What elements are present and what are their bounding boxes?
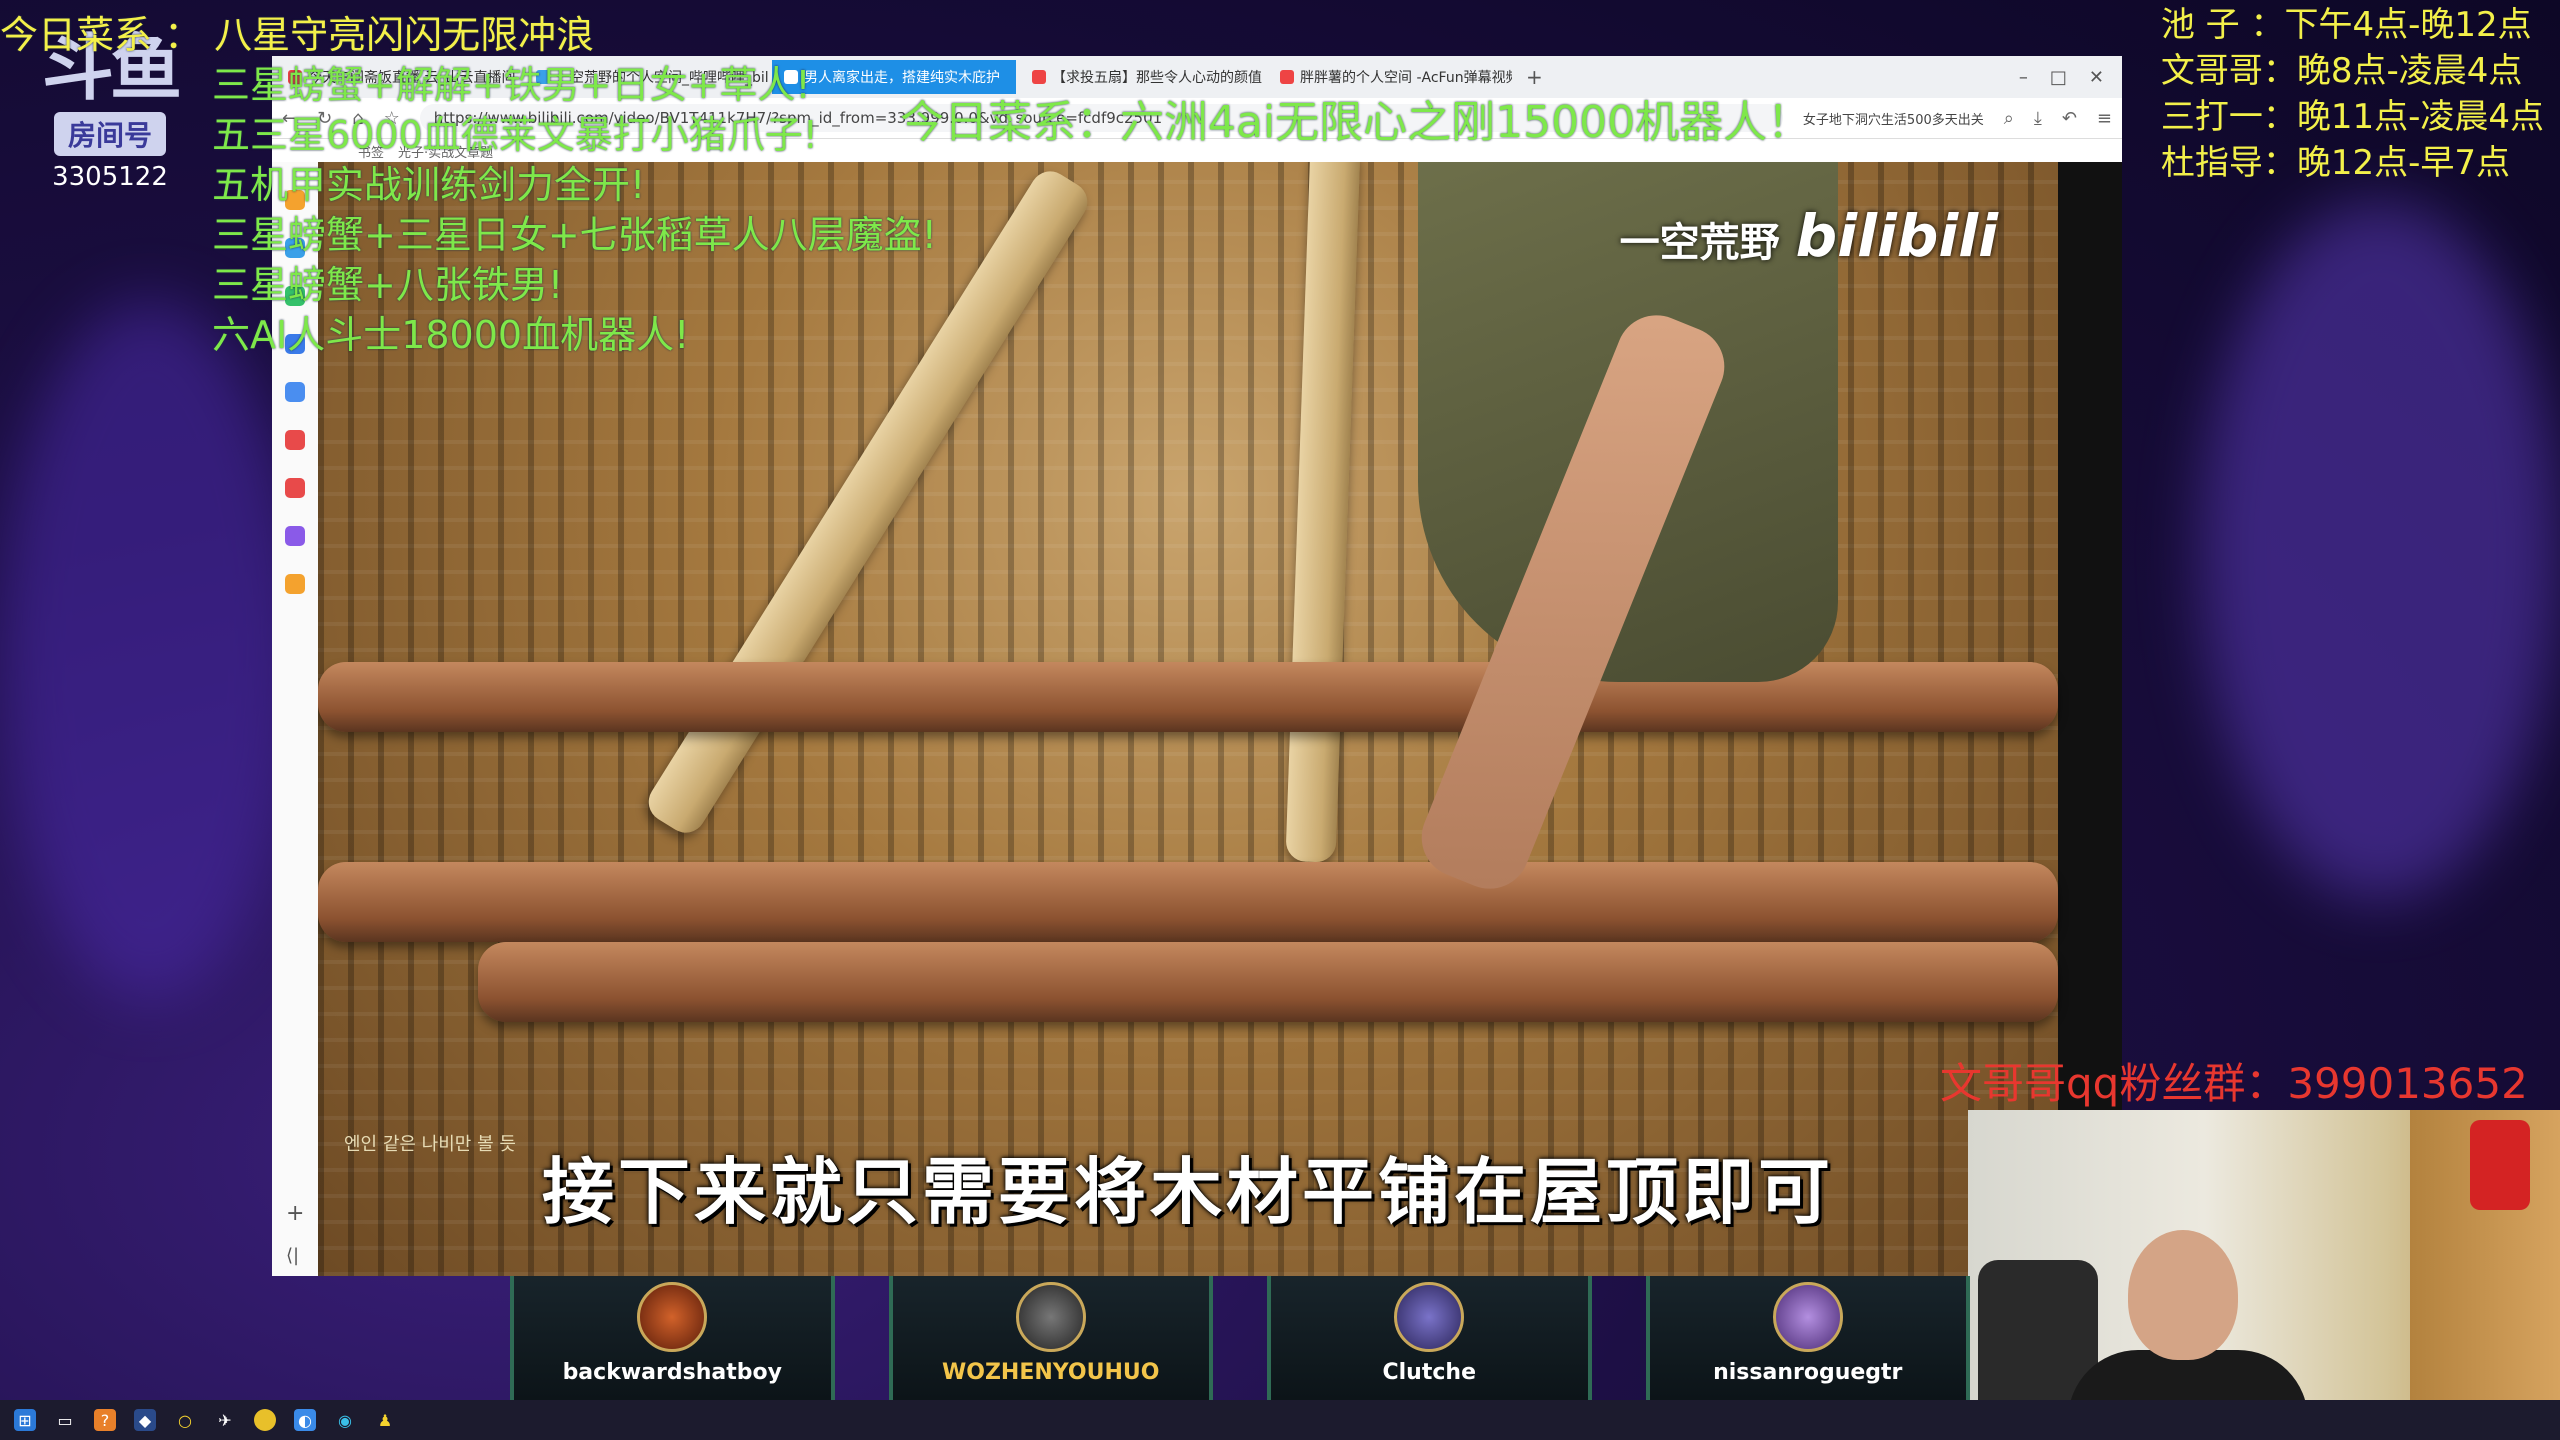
schedule-row: 池 子 ：下午4点-晚12点: [2160, 5, 2532, 45]
close-button[interactable]: ✕: [2089, 67, 2104, 88]
maximize-button[interactable]: □: [2050, 67, 2067, 88]
video-scene-log: [641, 163, 1095, 841]
menu-line-3: 五机甲实战训练剑力全开!: [212, 163, 646, 207]
search-hint[interactable]: 女子地下洞穴生活500多天出关: [1793, 109, 1994, 128]
streamer-schedule: 池 子 ：下午4点-晚12点 文哥哥：晚8点-凌晨4点 三打一：晚11点-凌晨4…: [2161, 2, 2544, 186]
bilibili-logo: bilibili: [1795, 202, 1998, 270]
room-id: 3305122: [52, 162, 168, 192]
undo-icon[interactable]: ↶: [2052, 108, 2087, 129]
video-watermark: 一空荒野 bilibili: [1620, 202, 1998, 270]
menu-icon[interactable]: ≡: [2087, 108, 2122, 129]
add-icon[interactable]: +: [286, 1201, 304, 1226]
taskbar-app-icon[interactable]: ?: [94, 1409, 116, 1431]
collapse-icon[interactable]: ⟨|: [286, 1245, 299, 1266]
player-card: Clutche: [1267, 1276, 1592, 1400]
tab-label: 【求投五扇】那些令人心动的颜值: [1052, 70, 1262, 86]
sidebar-app-icon[interactable]: [285, 526, 305, 546]
sidebar-app-icon[interactable]: [285, 382, 305, 402]
browser-app-icon[interactable]: ◐: [294, 1409, 316, 1431]
menu-line-1: 三星螃蟹+解解+铁男+日女+草人!: [212, 63, 811, 107]
windows-start-icon[interactable]: ⊞: [14, 1409, 36, 1431]
menu-ticker: 今日菜系：六洲4ai无限心之刚15000机器人！: [900, 97, 1812, 148]
window-controls: – □ ✕: [2019, 67, 2122, 88]
player-avatar-icon: [637, 1282, 708, 1352]
taskbar-app-icon[interactable]: ✈: [214, 1409, 236, 1431]
sidebar-app-icon[interactable]: [285, 430, 305, 450]
video-scene-log: [318, 862, 2058, 942]
schedule-row: 杜指导：晚12点-早7点: [2160, 143, 2510, 183]
player-card: WOZHENYOUHUO: [888, 1276, 1213, 1400]
taskbar-app-icon[interactable]: ◆: [134, 1409, 156, 1431]
menu-line-2: 五三星6000血德莱文暴打小猪爪子!: [212, 113, 818, 157]
tab-favicon-icon: [1032, 70, 1046, 84]
chrome-icon[interactable]: [254, 1409, 276, 1431]
streamer-head: [2128, 1230, 2238, 1360]
player-avatar-icon: [1394, 1282, 1465, 1352]
video-scene-log: [1285, 162, 1361, 863]
tab-label: 胖胖薯的个人空间 -AcFun弹幕视频: [1300, 70, 1512, 86]
tab-label: 男人离家出走，搭建纯实木庇护: [804, 70, 1000, 86]
video-subtitle: 接下来就只需要将木材平铺在屋顶即可: [541, 1150, 1834, 1234]
download-icon[interactable]: ⤓: [2024, 108, 2052, 129]
player-name: WOZHENYOUHUO: [942, 1360, 1160, 1385]
taskbar-app-icon[interactable]: ◉: [334, 1409, 356, 1431]
windows-taskbar: ⊞ ▭ ? ◆ ○ ✈ ◐ ◉ ♟: [0, 1400, 2560, 1440]
player-card: backwardshatboy: [510, 1276, 835, 1400]
menu-line-5: 三星螃蟹+八张铁男!: [212, 263, 564, 307]
channel-name: 一空荒野: [1619, 220, 1780, 266]
fan-group-notice: 文哥哥qq粉丝群：399013652: [1940, 1059, 2528, 1108]
schedule-row: 文哥哥：晚8点-凌晨4点: [2160, 51, 2523, 91]
taskbar-app-icon[interactable]: ○: [174, 1409, 196, 1431]
minimize-button[interactable]: –: [2019, 67, 2028, 88]
schedule-row: 三打一：晚11点-凌晨4点: [2160, 97, 2544, 137]
menu-line-6: 六AI人斗士18000血机器人!: [212, 313, 690, 357]
room-number-label: 房间号: [53, 112, 166, 156]
player-name: backwardshatboy: [562, 1360, 782, 1385]
taskbar-app-icon[interactable]: ♟: [374, 1409, 396, 1431]
player-card: nissanroguegtr: [1645, 1276, 1970, 1400]
sidebar-app-icon[interactable]: [285, 574, 305, 594]
bg-glow-left: [0, 300, 300, 1000]
bg-glow-right: [2200, 200, 2560, 900]
search-icon[interactable]: ⌕: [1994, 108, 2024, 129]
player-cards: backwardshatboy WOZHENYOUHUO Clutche nis…: [510, 1276, 1970, 1400]
tab-favicon-icon: [1280, 70, 1294, 84]
player-avatar-icon: [1772, 1282, 1843, 1352]
webcam-feed: [1968, 1110, 2560, 1440]
video-scene-log: [478, 942, 2058, 1022]
menu-title: 今日菜系 ： 八星守亮闪闪无限冲浪: [0, 13, 595, 57]
video-scene-log: [318, 662, 2058, 732]
player-name: Clutche: [1382, 1360, 1477, 1385]
webcam-decoration: [2470, 1120, 2530, 1210]
sidebar-app-icon[interactable]: [285, 478, 305, 498]
menu-line-4: 三星螃蟹+三星日女+七张稻草人八层魔盗!: [212, 213, 937, 257]
player-name: nissanroguegtr: [1713, 1360, 1903, 1385]
player-avatar-icon: [1015, 1282, 1086, 1352]
task-view-icon[interactable]: ▭: [54, 1409, 76, 1431]
